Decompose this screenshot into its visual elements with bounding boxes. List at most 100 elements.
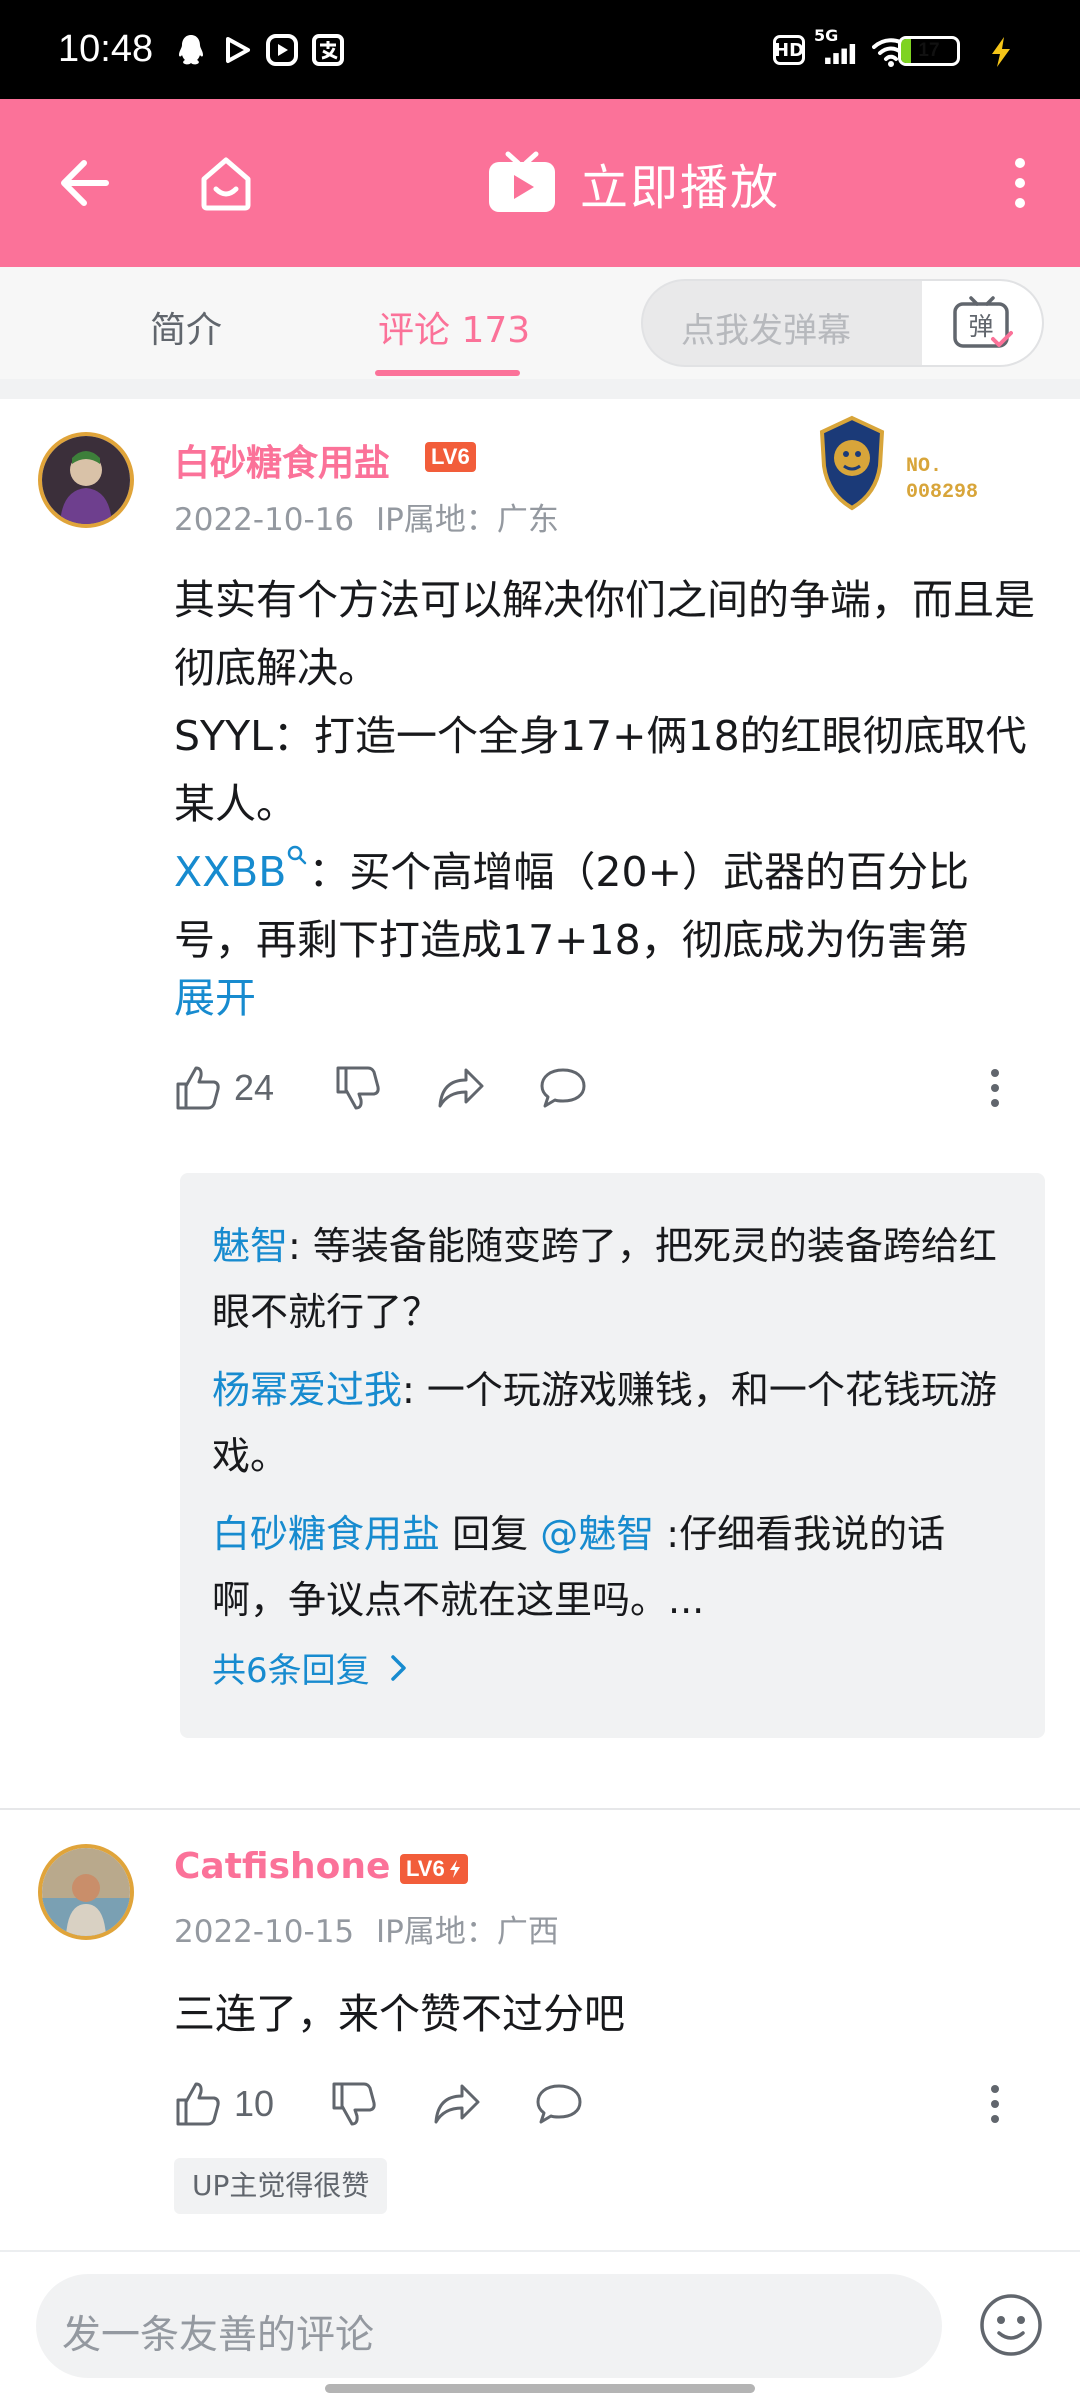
chevron-right-icon: [390, 1654, 406, 1681]
home-icon: [201, 157, 251, 211]
dislike-button[interactable]: [334, 1058, 382, 1118]
status-time: 10:48: [58, 28, 154, 70]
comment-date: 2022-10-15 IP属地：广西: [174, 1906, 559, 1951]
app-bar: 立即播放: [0, 99, 1080, 267]
alipay-icon: [312, 32, 344, 68]
kebab-menu-icon: [991, 2085, 999, 2123]
reply-button[interactable]: [538, 1058, 588, 1118]
reply-item[interactable]: 魅智: 等装备能随变跨了，把死灵的装备跨给红眼不就行了？: [212, 1213, 1012, 1345]
reply-button[interactable]: [534, 2074, 584, 2134]
comment-more-button[interactable]: [970, 2074, 1020, 2134]
thumbs-up-icon: [176, 2082, 220, 2126]
reply-total-text: 共6条回复: [212, 1651, 370, 1691]
reply-username[interactable]: 杨幂爱过我: [212, 1368, 402, 1412]
danmaku-send-bar[interactable]: 点我发弹幕 弹: [641, 279, 1044, 367]
qq-icon: [176, 32, 206, 68]
reply-item[interactable]: 白砂糖食用盐 回复 @魅智 :仔细看我说的话啊，争议点不就在这里吗。...: [212, 1501, 1012, 1633]
reply-username[interactable]: 白砂糖食用盐: [212, 1512, 440, 1556]
tab-divider: [0, 379, 1080, 399]
reply-item[interactable]: 杨幂爱过我: 一个玩游戏赚钱，和一个花钱玩游戏。: [212, 1357, 1012, 1489]
level-badge: LV6: [400, 1854, 468, 1884]
comment-username[interactable]: Catfishone: [174, 1846, 390, 1887]
chat-bubble-icon: [536, 2084, 582, 2124]
like-button[interactable]: 10: [174, 2074, 274, 2134]
play-now-label: 立即播放: [580, 160, 781, 216]
hd-indicator: HD: [773, 35, 805, 65]
comment-paragraph: 其实有个方法可以解决你们之间的争端，而且是彻底解决。: [174, 576, 1035, 692]
comment-content: 其实有个方法可以解决你们之间的争端，而且是彻底解决。 SYYL：打造一个全身17…: [174, 566, 1044, 1022]
fan-number-badge[interactable]: NO. 008298: [810, 414, 1030, 514]
reply-text: : 等装备能随变跨了，把死灵的装备跨给红眼不就行了？: [212, 1224, 997, 1334]
thumbs-up-icon: [176, 1066, 220, 1110]
fan-number-text: NO. 008298: [906, 455, 979, 504]
thumbs-down-icon: [336, 1066, 380, 1110]
back-button[interactable]: [44, 143, 124, 223]
video-app-icon: [266, 32, 298, 68]
danmaku-input-placeholder[interactable]: 点我发弹幕: [681, 303, 851, 352]
battery-indicator: 17: [898, 36, 960, 66]
comment-input-bar: 发一条友善的评论: [0, 2250, 1080, 2400]
back-arrow-icon: [61, 160, 109, 206]
share-button[interactable]: [436, 1058, 486, 1118]
comment-username[interactable]: 白砂糖食用盐: [174, 434, 390, 486]
comment-actions: 24: [174, 1058, 1044, 1118]
reply-mention[interactable]: @魅智: [540, 1512, 654, 1556]
like-count: 10: [234, 2083, 275, 2124]
home-button[interactable]: [186, 143, 266, 223]
reply-preview-box[interactable]: 魅智: 等装备能随变跨了，把死灵的装备跨给红眼不就行了？ 杨幂爱过我: 一个玩游…: [180, 1173, 1045, 1738]
comment-ip-location: IP属地：广东: [376, 502, 559, 538]
more-options-button[interactable]: [980, 143, 1060, 223]
battery-level-text: 17: [918, 40, 940, 61]
lion-crest-icon: [819, 415, 885, 511]
like-button[interactable]: 24: [174, 1058, 274, 1118]
emoji-face-icon: [980, 2294, 1042, 2356]
level-badge: LV6: [425, 442, 476, 472]
comment-divider: [0, 1808, 1080, 1810]
home-indicator[interactable]: [325, 2384, 755, 2393]
tab-intro[interactable]: 简介: [150, 301, 222, 353]
play-now-button[interactable]: 立即播放: [486, 147, 780, 219]
comment-paragraph: XXBB ：买个高增幅（20+）武器的百分比号，再剩下打造成17+18，彻底成为伤…: [174, 838, 1044, 974]
play-outline-icon: [222, 32, 252, 68]
comment-actions: 10: [174, 2074, 1044, 2134]
comment-date-text: 2022-10-16: [174, 502, 355, 538]
reply-username[interactable]: 魅智: [212, 1224, 288, 1268]
svg-text:弹: 弹: [968, 312, 993, 341]
comment-content: 三连了，来个赞不过分吧: [174, 1990, 625, 2038]
signal-icon: 5G: [814, 28, 866, 64]
dislike-button[interactable]: [330, 2074, 378, 2134]
comment-paragraph: SYYL：打造一个全身17+俩18的红眼彻底取代某人。: [174, 712, 1027, 828]
comment-more-button[interactable]: [970, 1058, 1020, 1118]
share-button[interactable]: [432, 2074, 482, 2134]
share-arrow-icon: [434, 2084, 480, 2124]
expand-link[interactable]: 展开: [174, 974, 1044, 1022]
comment-input-placeholder[interactable]: 发一条友善的评论: [62, 2304, 374, 2360]
charging-icon: [988, 34, 1014, 70]
avatar[interactable]: [38, 1844, 134, 1940]
comment-input[interactable]: 发一条友善的评论: [36, 2274, 942, 2378]
up-liked-tag: UP主觉得很赞: [174, 2158, 388, 2214]
lightning-icon: [449, 1860, 460, 1878]
thumbs-down-icon: [332, 2082, 376, 2126]
share-arrow-icon: [438, 1068, 484, 1108]
kebab-menu-icon: [991, 1069, 999, 1107]
comment-date: 2022-10-16 IP属地：广东: [174, 494, 559, 539]
comment-ip-location: IP属地：广西: [376, 1914, 559, 1950]
emoji-button[interactable]: [978, 2292, 1044, 2358]
tab-comments[interactable]: 评论 173: [378, 301, 530, 353]
tab-bar: 简介 评论 173 点我发弹幕 弹: [0, 267, 1080, 379]
danmaku-icon: 弹: [953, 296, 1013, 348]
reply-word: 回复: [440, 1512, 541, 1556]
chat-bubble-icon: [540, 1068, 586, 1108]
search-keyword-link[interactable]: XXBB: [174, 845, 308, 896]
like-count: 24: [234, 1067, 275, 1108]
status-bar: 10:48 HD 5G 17: [0, 0, 1080, 99]
search-icon: [288, 845, 307, 865]
view-all-replies-link[interactable]: 共6条回复: [212, 1643, 410, 1692]
active-tab-indicator: [375, 370, 520, 376]
comment-date-text: 2022-10-15: [174, 1914, 355, 1950]
danmaku-toggle-button[interactable]: 弹: [922, 281, 1042, 365]
kebab-menu-icon: [1015, 158, 1025, 208]
avatar[interactable]: [38, 432, 134, 528]
tv-play-icon: [489, 151, 555, 212]
